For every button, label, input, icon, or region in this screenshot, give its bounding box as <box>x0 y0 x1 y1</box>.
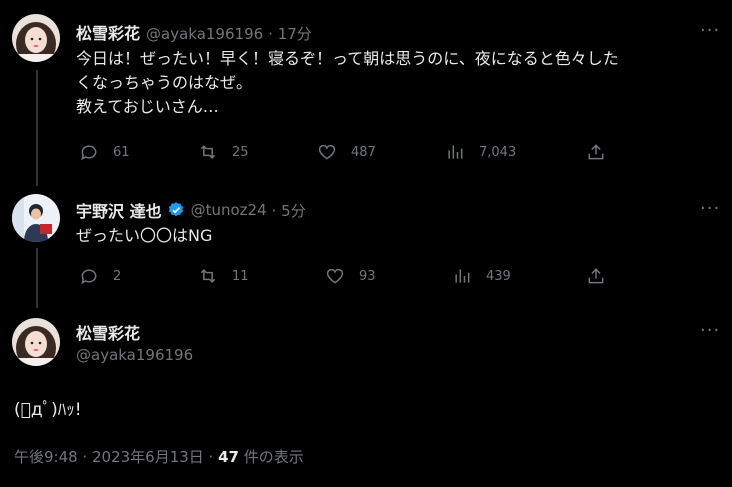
more-options-icon[interactable]: ··· <box>700 200 720 218</box>
author-handle[interactable]: @ayaka196196 <box>76 346 193 364</box>
reply-count: 61 <box>113 144 130 160</box>
share-button[interactable] <box>586 266 606 286</box>
timestamp[interactable]: · 5分 <box>272 200 306 221</box>
avatar[interactable] <box>12 194 60 242</box>
views-icon <box>455 269 470 283</box>
retweet-count: 25 <box>232 144 249 160</box>
retweet-count: 11 <box>232 268 249 284</box>
verified-badge-icon <box>167 201 185 219</box>
tweet-text-line: くなっちゃうのはなぜ。 <box>76 73 253 92</box>
tweet-text: 今日は！ぜったい！早く！寝るぞ！って朝は思うのに、夜になると色々した くなっちゃ… <box>76 47 721 119</box>
avatar[interactable] <box>12 318 60 366</box>
views-count: 7,043 <box>479 144 517 160</box>
retweet-button[interactable]: 11 <box>198 266 249 286</box>
tweet-text-line: 今日は！ぜったい！早く！寝るぞ！って朝は思うのに、夜になると色々した <box>76 49 619 68</box>
timestamp[interactable]: · 17分 <box>268 23 312 44</box>
retweet-icon <box>200 269 216 283</box>
author-name[interactable]: 宇野沢 達也 <box>76 198 162 222</box>
view-count: 47 <box>218 448 239 466</box>
view-suffix: 件の表示 <box>243 448 304 466</box>
tweet-text: (ﾟдﾟ)ﾊｯ! <box>14 400 82 420</box>
reply-count: 2 <box>113 268 122 284</box>
tweet-text: ぜったい〇〇はNG <box>76 226 213 245</box>
tweet-text-line: 教えておじいさん… <box>76 97 219 116</box>
thread-line <box>36 70 38 186</box>
author-name[interactable]: 松雪彩花 <box>76 320 140 344</box>
views-button[interactable]: 7,043 <box>445 142 516 162</box>
heart-icon <box>326 268 344 284</box>
reply-icon <box>81 145 97 161</box>
like-count: 487 <box>351 144 376 160</box>
more-options-icon[interactable]: ··· <box>700 22 720 40</box>
reply-button[interactable]: 61 <box>79 142 130 162</box>
more-options-icon[interactable]: ··· <box>700 322 720 340</box>
like-button[interactable]: 487 <box>317 142 376 162</box>
share-button[interactable] <box>586 142 606 162</box>
author-handle[interactable]: @ayaka196196 <box>146 25 263 43</box>
reply-button[interactable]: 2 <box>79 266 121 286</box>
share-icon <box>588 144 604 160</box>
timestamp[interactable]: 午後9:48 · 2023年6月13日 · <box>14 448 213 466</box>
author-handle[interactable]: @tunoz24 <box>191 201 267 219</box>
like-count: 93 <box>359 268 376 284</box>
like-button[interactable]: 93 <box>325 266 376 286</box>
views-icon <box>448 145 463 159</box>
heart-icon <box>318 144 336 160</box>
views-button[interactable]: 439 <box>452 266 511 286</box>
share-icon <box>588 268 604 284</box>
retweet-button[interactable]: 25 <box>198 142 249 162</box>
views-count: 439 <box>486 268 511 284</box>
avatar[interactable] <box>12 14 60 62</box>
author-name[interactable]: 松雪彩花 <box>76 20 140 44</box>
retweet-icon <box>200 145 216 159</box>
tweet-meta: 午後9:48 · 2023年6月13日 · 47 件の表示 <box>14 446 304 467</box>
thread-line <box>36 248 38 308</box>
reply-icon <box>81 269 97 285</box>
